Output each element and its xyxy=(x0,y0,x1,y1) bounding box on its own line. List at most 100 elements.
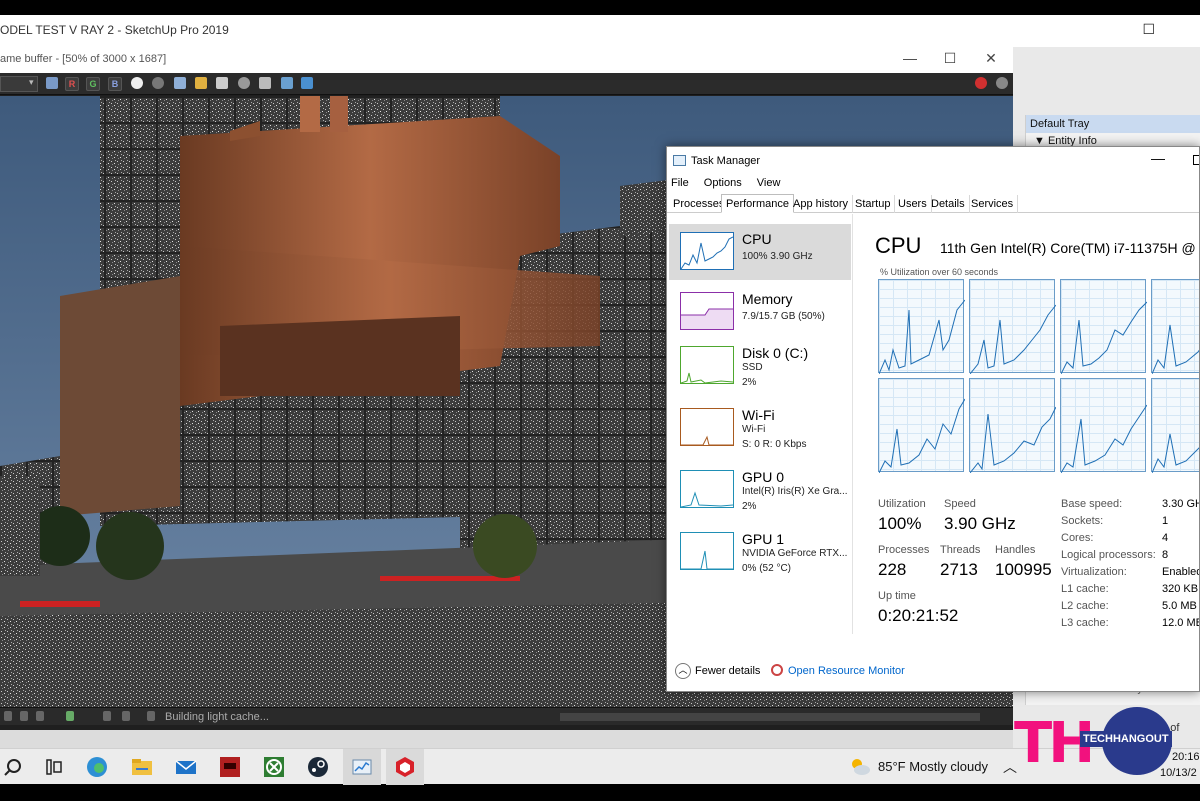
speed-label: Speed xyxy=(944,498,976,510)
tab-performance[interactable]: Performance xyxy=(721,194,794,213)
cpu-model-name: 11th Gen Intel(R) Core(TM) i7-11375H @ 3 xyxy=(940,240,1200,256)
core-graph xyxy=(878,378,966,474)
core-graph xyxy=(1151,378,1199,474)
vfb-history-icon[interactable] xyxy=(301,77,313,89)
tm-maximize-button[interactable] xyxy=(1193,155,1199,165)
status-icon[interactable] xyxy=(66,711,74,721)
tab-app-history[interactable]: App history xyxy=(789,195,854,213)
speed-value: 3.90 GHz xyxy=(944,514,1016,533)
tray-header[interactable]: Default Tray xyxy=(1026,115,1200,133)
vfb-close-button[interactable]: ✕ xyxy=(976,50,1006,67)
red-channel-button[interactable]: R xyxy=(65,77,79,91)
cpu-thumbnail xyxy=(680,232,734,270)
file-explorer-icon[interactable] xyxy=(130,755,154,779)
task-manager-taskbar-icon xyxy=(352,759,372,775)
edge-browser-icon[interactable] xyxy=(85,755,109,779)
status-icon[interactable] xyxy=(147,711,155,721)
resource-gpu1[interactable]: GPU 1 NVIDIA GeForce RTX... 0% (52 °C) xyxy=(669,524,851,580)
sketchup-restore-icon[interactable]: ☐ xyxy=(1142,21,1155,38)
open-resource-monitor-link[interactable]: Open Resource Monitor xyxy=(771,664,905,677)
vfb-minimize-button[interactable]: — xyxy=(895,50,925,66)
mono-icon[interactable] xyxy=(152,77,164,89)
vfb-maximize-button[interactable]: ☐ xyxy=(935,50,965,67)
status-icon[interactable] xyxy=(36,711,44,721)
spec-key: Base speed: xyxy=(1061,498,1123,510)
fewer-details-label: Fewer details xyxy=(695,664,761,677)
tab-startup[interactable]: Startup xyxy=(851,195,896,213)
tm-menu-bar: File Options View xyxy=(671,177,792,189)
clear-icon[interactable] xyxy=(216,77,228,89)
fewer-details-button[interactable]: ︿ Fewer details xyxy=(675,663,760,679)
resource-detail: 100% 3.90 GHz xyxy=(742,251,813,262)
taskbar-active-app[interactable] xyxy=(343,749,381,785)
resource-usage: S: 0 R: 0 Kbps xyxy=(742,439,807,450)
resource-name: GPU 1 xyxy=(742,531,785,547)
save-icon[interactable] xyxy=(174,77,186,89)
resource-wifi[interactable]: Wi-Fi Wi-Fi S: 0 R: 0 Kbps xyxy=(669,400,851,456)
spec-key: L2 cache: xyxy=(1061,600,1109,612)
threads-value: 2713 xyxy=(940,560,978,579)
alpha-icon[interactable] xyxy=(131,77,143,89)
vfb-status-bar: Building light cache... xyxy=(0,707,1013,725)
taskbar-sketchup-app[interactable] xyxy=(386,749,424,785)
open-resource-monitor-label: Open Resource Monitor xyxy=(788,665,905,677)
handles-value: 100995 xyxy=(995,560,1052,579)
task-view-icon[interactable] xyxy=(42,755,66,779)
spec-key: Logical processors: xyxy=(1061,549,1156,561)
core-graph xyxy=(1151,279,1199,375)
resource-name: Wi-Fi xyxy=(742,407,775,423)
core-graph xyxy=(1060,279,1148,375)
resource-detail: 7.9/15.7 GB (50%) xyxy=(742,311,825,322)
stop-render-icon[interactable] xyxy=(975,77,987,89)
menu-options[interactable]: Options xyxy=(704,177,742,189)
steam-icon[interactable] xyxy=(306,755,330,779)
handles-label: Handles xyxy=(995,544,1036,556)
spec-key: L3 cache: xyxy=(1061,617,1109,629)
status-icon[interactable] xyxy=(4,711,12,721)
tm-minimize-button[interactable]: — xyxy=(1151,150,1165,166)
render-teapot-icon[interactable] xyxy=(996,77,1008,89)
status-icon[interactable] xyxy=(122,711,130,721)
menu-file[interactable]: File xyxy=(671,177,689,189)
spec-value: 4 xyxy=(1162,532,1169,544)
tab-details[interactable]: Details xyxy=(927,195,970,213)
region-render-icon[interactable] xyxy=(259,77,271,89)
sketchup-status-area xyxy=(0,730,1013,748)
menu-view[interactable]: View xyxy=(757,177,781,189)
resource-detail: Intel(R) Iris(R) Xe Gra... xyxy=(742,486,848,497)
resource-detail: NVIDIA GeForce RTX... xyxy=(742,548,848,559)
render-settings-icon[interactable] xyxy=(281,77,293,89)
wifi-thumbnail xyxy=(680,408,734,446)
spec-value: 12.0 MB xyxy=(1162,617,1200,629)
resource-name: GPU 0 xyxy=(742,469,785,485)
spec-value: 8 xyxy=(1162,549,1169,561)
resource-cpu[interactable]: CPU 100% 3.90 GHz xyxy=(669,224,851,280)
resource-memory[interactable]: Memory 7.9/15.7 GB (50%) xyxy=(669,284,851,340)
weather-text[interactable]: 85°F Mostly cloudy xyxy=(878,759,988,774)
vfb-titlebar: ame buffer - [50% of 3000 x 1687] — ☐ ✕ xyxy=(0,47,1013,73)
xbox-icon[interactable] xyxy=(262,755,286,779)
status-icon[interactable] xyxy=(103,711,111,721)
spec-value: 5.0 MB xyxy=(1162,600,1197,612)
spec-value: Enabled xyxy=(1162,566,1200,578)
blue-channel-button[interactable]: B xyxy=(108,77,122,91)
spec-value: 1 xyxy=(1162,515,1169,527)
open-folder-icon[interactable] xyxy=(195,77,207,89)
threads-label: Threads xyxy=(940,544,981,556)
status-icon[interactable] xyxy=(20,711,28,721)
utilization-label: Utilization xyxy=(878,498,926,510)
color-picker-icon[interactable] xyxy=(46,77,58,89)
mail-icon[interactable] xyxy=(174,755,198,779)
resource-gpu0[interactable]: GPU 0 Intel(R) Iris(R) Xe Gra... 2% xyxy=(669,462,851,518)
channel-select[interactable]: ▾ xyxy=(0,76,38,92)
tab-services[interactable]: Services xyxy=(967,195,1019,213)
green-channel-button[interactable]: G xyxy=(86,77,100,91)
partly-cloudy-icon[interactable] xyxy=(848,755,872,779)
search-icon[interactable] xyxy=(2,755,26,779)
utilization-graph-label: % Utilization over 60 seconds xyxy=(880,267,999,277)
chevron-up-icon: ︿ xyxy=(675,663,691,679)
resource-disk[interactable]: Disk 0 (C:) SSD 2% xyxy=(669,338,851,394)
spec-key: Cores: xyxy=(1061,532,1094,544)
game-app-icon[interactable] xyxy=(218,755,242,779)
track-mouse-icon[interactable] xyxy=(238,77,250,89)
